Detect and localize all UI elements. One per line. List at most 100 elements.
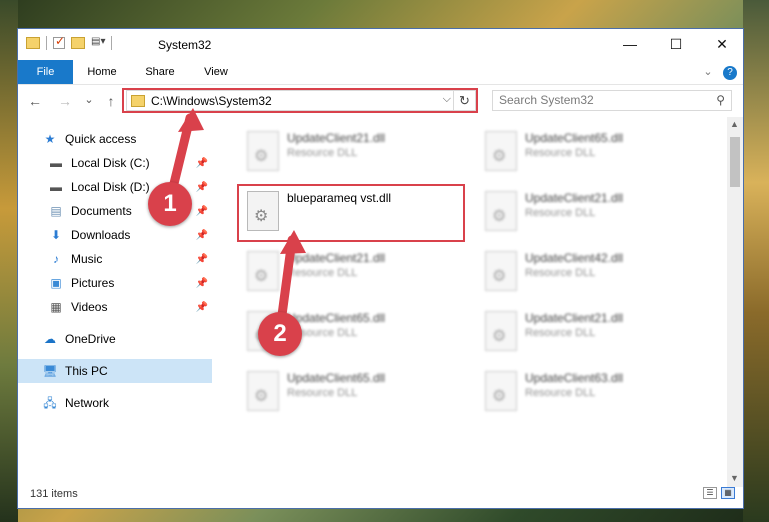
sidebar-item-label: Pictures: [71, 276, 115, 290]
pin-icon[interactable]: 📌: [196, 206, 208, 217]
sidebar-item-videos[interactable]: ▦ Videos 📌: [18, 295, 212, 319]
forward-button[interactable]: →: [56, 93, 74, 109]
file-type: Resource DLL: [287, 387, 358, 399]
file-highlight-box: [237, 184, 465, 242]
file-type: Resource DLL: [525, 147, 596, 159]
file-type: Resource DLL: [525, 327, 596, 339]
navigation-bar: ← → ⌄ ↑ C:\Windows\System32 ⌵ ↻ Search S…: [18, 85, 743, 117]
address-highlight-box: [122, 88, 478, 113]
drive-icon: ▬: [50, 180, 62, 194]
sidebar-item-local-disk-c[interactable]: ▬ Local Disk (C:) 📌: [18, 151, 212, 175]
details-view-icon[interactable]: ☰: [703, 487, 717, 499]
sidebar-item-label: Network: [65, 396, 110, 410]
computer-icon: 🖥: [42, 364, 58, 378]
dll-file-icon: ⚙: [485, 371, 517, 411]
file-type: Resource DLL: [525, 207, 596, 219]
file-type: Resource DLL: [525, 387, 596, 399]
download-icon: ⬇: [50, 228, 62, 242]
star-icon: ★: [44, 132, 56, 146]
desktop-background-left: [0, 0, 18, 522]
file-name: UpdateClient63.dll: [525, 371, 624, 385]
sidebar-item-downloads[interactable]: ⬇ Downloads 📌: [18, 223, 212, 247]
up-button[interactable]: ↑: [102, 93, 120, 109]
file-type: Resource DLL: [287, 267, 358, 279]
network-icon: 🖧: [43, 396, 57, 410]
sidebar-item-this-pc[interactable]: 🖥 This PC: [18, 359, 212, 383]
title-bar: ▤▾ System32 — ☐ ✕: [18, 29, 743, 60]
sidebar-item-label: Music: [71, 252, 103, 266]
minimize-button[interactable]: —: [607, 29, 653, 60]
sidebar-item-onedrive[interactable]: ☁ OneDrive: [18, 327, 212, 351]
back-button[interactable]: ←: [26, 93, 44, 109]
sidebar-item-music[interactable]: ♪ Music 📌: [18, 247, 212, 271]
desktop-background-right: [743, 0, 769, 522]
sidebar-item-label: Local Disk (D:): [71, 180, 150, 194]
file-item[interactable]: ⚙ UpdateClient65.dll Resource DLL: [239, 367, 459, 415]
dll-file-icon: ⚙: [247, 371, 279, 411]
customize-toolbar-icon[interactable]: ▤▾: [91, 36, 105, 50]
file-item[interactable]: ⚙ UpdateClient63.dll Resource DLL: [477, 367, 697, 415]
file-type: Resource DLL: [287, 147, 358, 159]
vertical-scrollbar[interactable]: ▲ ▼: [727, 117, 743, 487]
scroll-up-icon[interactable]: ▲: [730, 119, 739, 129]
pin-icon[interactable]: 📌: [196, 278, 208, 289]
file-name: UpdateClient65.dll: [287, 371, 386, 385]
tab-view[interactable]: View: [196, 60, 236, 84]
video-icon: ▦: [50, 300, 62, 314]
search-input[interactable]: Search System32 ⚲: [492, 90, 732, 111]
window-title: System32: [158, 38, 212, 52]
navigation-pane: ★ Quick access ▬ Local Disk (C:) 📌 ▬ Loc…: [18, 125, 212, 480]
dll-file-icon: ⚙: [485, 251, 517, 291]
sidebar-item-quick-access[interactable]: ★ Quick access: [18, 127, 212, 151]
search-icon[interactable]: ⚲: [716, 91, 725, 110]
file-name: UpdateClient21.dll: [525, 191, 624, 205]
sidebar-item-pictures[interactable]: ▣ Pictures 📌: [18, 271, 212, 295]
callout-step-2: 2: [258, 312, 302, 356]
expand-ribbon-icon[interactable]: ⌄: [700, 60, 716, 84]
file-name: UpdateClient21.dll: [287, 251, 386, 265]
file-item[interactable]: ⚙ UpdateClient21.dll Resource DLL: [477, 187, 697, 235]
file-item[interactable]: ⚙ UpdateClient65.dll Resource DLL: [477, 127, 697, 175]
dll-file-icon: ⚙: [485, 191, 517, 231]
item-count: 131 items: [30, 488, 78, 500]
file-explorer-window: ▤▾ System32 — ☐ ✕ File Home Share View ⌄…: [17, 28, 744, 509]
sidebar-item-network[interactable]: 🖧 Network: [18, 391, 212, 415]
new-folder-icon[interactable]: [71, 37, 85, 49]
file-item[interactable]: ⚙ UpdateClient42.dll Resource DLL: [477, 247, 697, 295]
file-item[interactable]: ⚙ UpdateClient21.dll Resource DLL: [477, 307, 697, 355]
pin-icon[interactable]: 📌: [196, 158, 208, 169]
sidebar-item-label: Downloads: [71, 228, 131, 242]
help-icon[interactable]: ?: [722, 60, 738, 84]
dll-file-icon: ⚙: [485, 131, 517, 171]
tab-file[interactable]: File: [18, 60, 73, 84]
music-icon: ♪: [53, 252, 59, 266]
file-item[interactable]: ⚙ UpdateClient21.dll Resource DLL: [239, 247, 459, 295]
sidebar-item-label: This PC: [65, 364, 108, 378]
pin-icon[interactable]: 📌: [196, 302, 208, 313]
dll-file-icon: ⚙: [485, 311, 517, 351]
scrollbar-thumb[interactable]: [730, 137, 740, 187]
document-icon: ▤: [50, 204, 62, 218]
sidebar-item-label: OneDrive: [65, 332, 116, 346]
file-name: UpdateClient65.dll: [525, 131, 624, 145]
file-item[interactable]: ⚙ UpdateClient21.dll Resource DLL: [239, 127, 459, 175]
pin-icon[interactable]: 📌: [196, 182, 208, 193]
cloud-icon: ☁: [44, 332, 56, 346]
toolbar-divider: [46, 36, 47, 50]
properties-icon[interactable]: [53, 34, 65, 49]
callout-step-1: 1: [148, 182, 192, 226]
pin-icon[interactable]: 📌: [196, 230, 208, 241]
toolbar-divider: [111, 36, 112, 50]
sidebar-item-label: Documents: [71, 204, 132, 218]
sidebar-item-label: Local Disk (C:): [71, 156, 150, 170]
tab-share[interactable]: Share: [140, 60, 180, 84]
maximize-button[interactable]: ☐: [653, 29, 699, 60]
recent-locations-button[interactable]: ⌄: [80, 93, 98, 106]
tab-home[interactable]: Home: [80, 60, 124, 84]
file-name: UpdateClient42.dll: [525, 251, 624, 265]
close-button[interactable]: ✕: [699, 29, 745, 60]
file-name: UpdateClient21.dll: [525, 311, 624, 325]
large-icons-view-icon[interactable]: ▦: [721, 487, 735, 499]
status-bar: 131 items ☰ ▦: [18, 482, 743, 508]
pin-icon[interactable]: 📌: [196, 254, 208, 265]
